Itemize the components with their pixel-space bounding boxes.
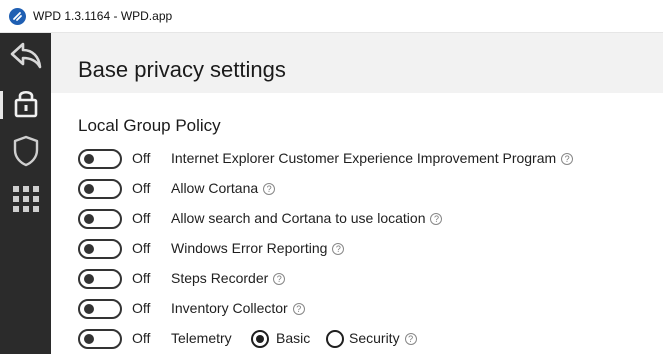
help-icon[interactable]: ? <box>561 153 574 165</box>
toggle-knob <box>84 214 94 224</box>
radio-security[interactable] <box>326 330 344 348</box>
toggle-switch[interactable] <box>78 149 122 169</box>
title-bar: WPD 1.3.1164 - WPD.app <box>0 0 663 33</box>
setting-label: Steps Recorder? <box>171 270 286 286</box>
setting-row-search-location: Off Allow search and Cortana to use loca… <box>78 208 658 230</box>
setting-row-error-reporting: Off Windows Error Reporting? <box>78 238 658 260</box>
help-icon[interactable]: ? <box>263 183 276 195</box>
toggle-state: Off <box>132 240 151 256</box>
setting-label-text: Allow Cortana <box>171 180 259 196</box>
section-title: Local Group Policy <box>78 116 221 135</box>
toggle-switch[interactable] <box>78 269 122 289</box>
toggle-switch[interactable] <box>78 299 122 319</box>
setting-label-text: Steps Recorder <box>171 270 269 286</box>
sidebar <box>0 33 51 354</box>
app-logo-icon <box>9 7 26 25</box>
help-icon[interactable]: ? <box>332 243 345 255</box>
shield-icon <box>11 134 41 173</box>
toggle-state: Off <box>132 180 151 196</box>
lock-icon <box>12 87 40 124</box>
back-button[interactable] <box>0 35 51 81</box>
help-icon[interactable]: ? <box>273 273 286 285</box>
setting-row-steps-recorder: Off Steps Recorder? <box>78 268 658 290</box>
setting-label: Internet Explorer Customer Experience Im… <box>171 150 574 166</box>
help-icon[interactable]: ? <box>292 303 305 315</box>
apps-grid-icon <box>11 184 41 219</box>
sidebar-item-security[interactable] <box>0 130 51 176</box>
radio-security-label: Security? <box>349 330 417 346</box>
toggle-switch[interactable] <box>78 209 122 229</box>
toggle-state: Off <box>132 270 151 286</box>
window-title: WPD 1.3.1164 - WPD.app <box>33 9 173 23</box>
toggle-state: Off <box>132 150 151 166</box>
setting-label-text: Inventory Collector <box>171 300 288 316</box>
toggle-switch[interactable] <box>78 179 122 199</box>
setting-label: Telemetry <box>171 330 232 346</box>
sidebar-item-privacy[interactable] <box>0 82 51 128</box>
setting-row-allow-cortana: Off Allow Cortana? <box>78 178 658 200</box>
toggle-switch[interactable] <box>78 329 122 349</box>
toggle-knob <box>84 334 94 344</box>
setting-row-inventory-collector: Off Inventory Collector? <box>78 298 658 320</box>
toggle-switch[interactable] <box>78 239 122 259</box>
setting-label: Allow search and Cortana to use location… <box>171 210 443 226</box>
setting-label-text: Windows Error Reporting <box>171 240 328 256</box>
setting-label: Allow Cortana? <box>171 180 276 196</box>
setting-label-text: Internet Explorer Customer Experience Im… <box>171 150 557 166</box>
toggle-knob <box>84 304 94 314</box>
back-arrow-icon <box>8 40 44 77</box>
help-icon[interactable]: ? <box>404 333 417 345</box>
setting-label-text: Allow search and Cortana to use location <box>171 210 426 226</box>
setting-row-ie-ceip: Off Internet Explorer Customer Experienc… <box>78 148 658 170</box>
setting-label: Windows Error Reporting? <box>171 240 345 256</box>
radio-basic[interactable] <box>251 330 269 348</box>
toggle-state: Off <box>132 300 151 316</box>
setting-label: Inventory Collector? <box>171 300 305 316</box>
setting-row-telemetry: Off Telemetry Basic Security? <box>78 328 658 350</box>
help-icon[interactable]: ? <box>430 213 443 225</box>
radio-security-label-text: Security <box>349 330 400 346</box>
toggle-knob <box>84 244 94 254</box>
toggle-knob <box>84 184 94 194</box>
toggle-knob <box>84 274 94 284</box>
toggle-state: Off <box>132 210 151 226</box>
radio-basic-label: Basic <box>276 330 311 346</box>
page-title: Base privacy settings <box>78 57 286 82</box>
toggle-state: Off <box>132 330 151 346</box>
page-header: Base privacy settings <box>51 33 663 93</box>
sidebar-item-apps[interactable] <box>0 178 51 224</box>
toggle-knob <box>84 154 94 164</box>
